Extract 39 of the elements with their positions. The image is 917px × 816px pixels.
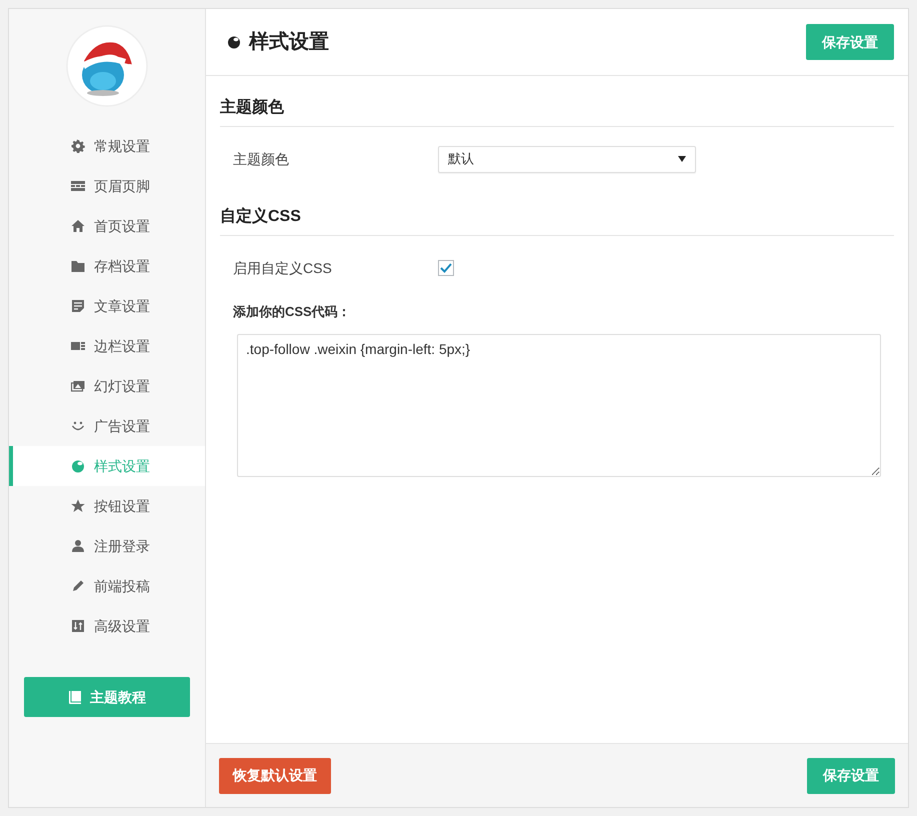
star-icon	[71, 499, 85, 513]
checkbox[interactable]	[438, 260, 454, 276]
section-heading: 自定义CSS	[220, 208, 301, 225]
sidebar-item[interactable]: 前端投稿	[9, 566, 205, 606]
leaf-icon	[227, 35, 241, 49]
user-icon	[71, 539, 85, 553]
sort-icon	[71, 619, 85, 633]
images-icon	[71, 379, 85, 393]
leaf-icon	[71, 459, 85, 473]
sidebar-item[interactable]: 幻灯设置	[9, 366, 205, 406]
avatar-icon	[66, 25, 148, 107]
document-icon	[71, 299, 85, 313]
sidebar-item[interactable]: 注册登录	[9, 526, 205, 566]
sidebar-item[interactable]: 页眉页脚	[9, 166, 205, 206]
sidebar-item[interactable]: 按钮设置	[9, 486, 205, 526]
reset-button[interactable]: 恢复默认设置	[219, 758, 331, 794]
pencil-icon	[71, 579, 85, 593]
sidebar-item[interactable]: 边栏设置	[9, 326, 205, 366]
sidebar-item[interactable]: 文章设置	[9, 286, 205, 326]
sidebar-item[interactable]: 常规设置	[9, 126, 205, 166]
sidebar-item[interactable]: 首页设置	[9, 206, 205, 246]
sidebar-item[interactable]: 高级设置	[9, 606, 205, 646]
color-select[interactable]: 默认	[438, 146, 696, 172]
folder-icon	[71, 259, 85, 273]
section-heading: 主题颜色	[220, 99, 284, 116]
sidebar-item[interactable]: 广告设置	[9, 406, 205, 446]
field-label: 添加你的CSS代码：	[233, 303, 352, 321]
page-title: 样式设置	[249, 30, 329, 55]
book-icon	[68, 690, 82, 704]
css-code-field[interactable]: .top-follow .weixin {margin-left: 5px;}	[237, 334, 881, 476]
field-label: 主题颜色	[233, 150, 290, 168]
settings-icon	[71, 139, 85, 153]
smile-icon	[71, 419, 85, 433]
home-icon	[71, 219, 85, 233]
sidebar-item[interactable]: 存档设置	[9, 246, 205, 286]
sidebar-layout-icon	[71, 339, 85, 353]
header-footer-icon	[71, 179, 85, 193]
field-label: 启用自定义CSS	[233, 258, 333, 278]
dropdown-arrow-icon	[678, 156, 686, 162]
